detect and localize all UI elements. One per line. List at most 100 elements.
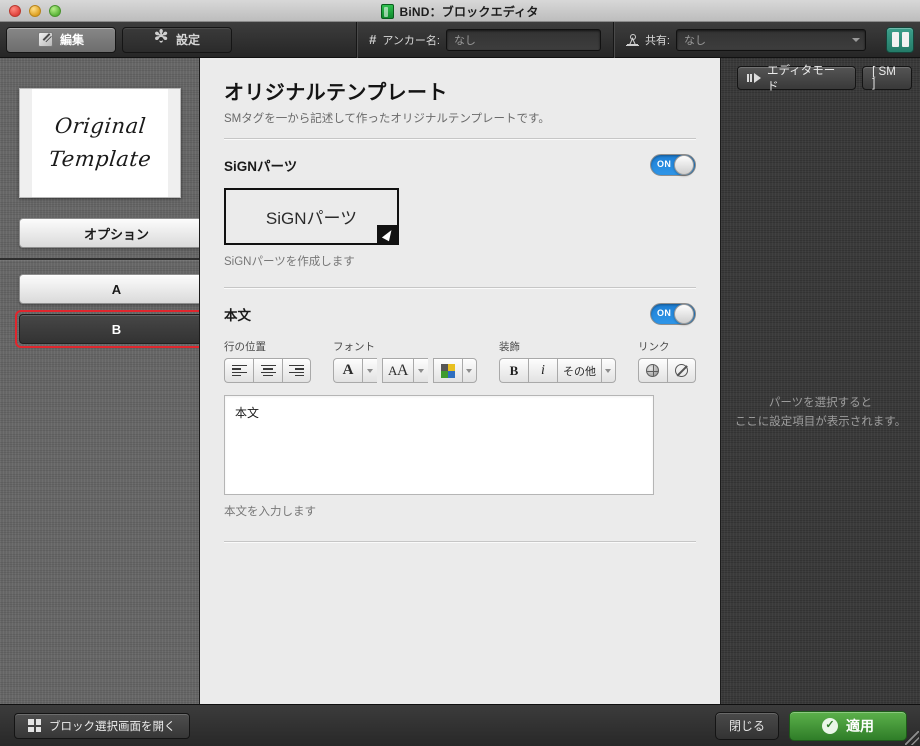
font-color-button[interactable] xyxy=(432,358,462,383)
right-panel-hint-line-2: ここに設定項目が表示されます。 xyxy=(734,415,907,428)
more-decoration-label: その他 xyxy=(562,365,596,378)
toolbar-group-link-label: リンク xyxy=(637,341,670,353)
section-body-text-head: 本文 ON xyxy=(224,303,696,325)
add-link-button[interactable] xyxy=(637,358,667,383)
body-text-toggle-label: ON xyxy=(657,308,672,318)
toolbar-group-align: 行の位置 xyxy=(224,339,311,383)
align-left-icon xyxy=(231,365,247,376)
section-divider-2 xyxy=(224,541,696,543)
pencil-icon xyxy=(37,32,53,47)
sign-parts-box-label: SiGNパーツ xyxy=(265,209,358,228)
body-text-toggle[interactable]: ON xyxy=(650,303,696,325)
right-panel-buttons: エディタモード [ SM ] xyxy=(721,58,920,93)
sidebar-item-a[interactable]: A xyxy=(19,274,199,304)
close-button[interactable]: 閉じる xyxy=(715,711,779,740)
anchor-field-group: # アンカー名: なし xyxy=(356,21,613,58)
resize-grip[interactable] xyxy=(905,731,919,745)
anchor-name-input[interactable]: なし xyxy=(445,28,601,51)
section-sign-parts-title: SiGNパーツ xyxy=(224,159,298,174)
section-body-text-title: 本文 xyxy=(224,308,251,323)
window-title-bar: BiND：ブロックエディタ xyxy=(0,0,920,22)
body-text-caption: 本文を入力します xyxy=(224,506,316,518)
check-circle-icon: ✓ xyxy=(822,717,838,734)
right-panel: エディタモード [ SM ] パーツを選択すると ここに設定項目が表示されます。 xyxy=(720,58,920,704)
globe-link-icon xyxy=(646,364,660,377)
arrow-right-icon xyxy=(747,73,761,83)
window-title-group: BiND：ブロックエディタ xyxy=(0,0,920,22)
chevron-down-icon xyxy=(852,37,860,42)
sm-button[interactable]: [ SM ] xyxy=(862,66,912,90)
tab-settings[interactable]: 設定 xyxy=(122,26,232,53)
share-icon xyxy=(625,33,639,46)
align-button-row xyxy=(224,358,311,383)
more-decoration-dropdown[interactable] xyxy=(600,358,616,383)
align-left-button[interactable] xyxy=(224,358,253,383)
more-decoration-button[interactable]: その他 xyxy=(556,358,601,383)
chevron-down-icon xyxy=(605,368,612,373)
thumbnail-line-1: Original xyxy=(53,114,147,139)
tab-settings-label: 設定 xyxy=(175,33,200,47)
apply-button-label: 適用 xyxy=(846,717,874,734)
top-toolbar: 編集 設定 # アンカー名: なし 共有: なし xyxy=(0,21,920,58)
font-size-dropdown[interactable] xyxy=(412,358,428,383)
chevron-down-icon xyxy=(417,368,424,373)
share-label: 共有: xyxy=(644,34,670,47)
anchor-label: アンカー名: xyxy=(382,34,440,47)
italic-button[interactable]: i xyxy=(527,358,557,383)
toolbar-group-decoration-label: 装飾 xyxy=(498,341,520,353)
align-center-button[interactable] xyxy=(253,358,282,383)
right-panel-hint-line-1: パーツを選択すると xyxy=(768,397,873,409)
font-family-dropdown[interactable] xyxy=(362,358,377,383)
sm-button-label: [ SM ] xyxy=(872,66,896,90)
rich-text-toolbar: 行の位置 フォント A AA 装飾 B i その他 リンク xyxy=(224,339,696,383)
window-title: BiND：ブロックエディタ xyxy=(399,4,539,19)
sign-parts-box[interactable]: SiGNパーツ xyxy=(224,188,399,245)
font-color-dropdown[interactable] xyxy=(461,358,477,383)
bold-button[interactable]: B xyxy=(498,358,528,383)
open-block-selector-button[interactable]: ブロック選択画面を開く xyxy=(14,712,190,739)
sidebar-divider xyxy=(0,258,199,260)
remove-link-button[interactable] xyxy=(666,358,696,383)
page-title: オリジナルテンプレート xyxy=(224,82,448,104)
font-family-button[interactable]: A xyxy=(333,358,362,383)
right-panel-hint: パーツを選択すると ここに設定項目が表示されます。 xyxy=(721,394,920,432)
chevron-down-icon xyxy=(466,368,473,373)
align-right-icon xyxy=(289,365,304,376)
editor-mode-button[interactable]: エディタモード xyxy=(737,65,857,93)
cursor-pointer-icon xyxy=(377,225,397,243)
settings-panel: オリジナルテンプレート SMタグを一から記述して作ったオリジナルテンプレートです… xyxy=(200,58,720,704)
template-thumbnail[interactable]: Original Template xyxy=(19,88,181,198)
book-icon xyxy=(891,32,909,47)
header-divider xyxy=(224,138,696,140)
section-divider-1 xyxy=(224,287,696,289)
toolbar-group-decoration: 装飾 B i その他 xyxy=(498,339,616,383)
align-right-button[interactable] xyxy=(282,358,311,383)
section-body-text: 本文 ON 行の位置 フォント A AA 装飾 B i その他 リンク 本文 本… xyxy=(200,303,720,519)
italic-icon: i xyxy=(541,362,545,378)
toggle-knob xyxy=(674,155,694,175)
panel-header: オリジナルテンプレート SMタグを一から記述して作ったオリジナルテンプレートです… xyxy=(200,58,720,126)
bind-book-icon xyxy=(381,3,395,19)
toolbar-group-link: リンク xyxy=(637,339,696,383)
open-block-selector-label: ブロック選択画面を開く xyxy=(49,720,176,733)
thumbnail-line-2: Template xyxy=(47,147,153,171)
left-sidebar: Original Template オプション A B xyxy=(0,58,200,704)
share-select-value: なし xyxy=(684,34,706,47)
option-button[interactable]: オプション xyxy=(19,218,199,248)
grid-icon xyxy=(28,719,41,732)
book-button[interactable] xyxy=(886,26,914,53)
sidebar-item-b[interactable]: B xyxy=(19,314,199,344)
bottom-bar: ブロック選択画面を開く 閉じる ✓ 適用 xyxy=(0,704,920,746)
font-size-icon: AA xyxy=(388,361,408,379)
body-text-input[interactable]: 本文 xyxy=(224,395,654,495)
tab-edit[interactable]: 編集 xyxy=(6,26,116,53)
font-size-button[interactable]: AA xyxy=(382,358,413,383)
align-center-icon xyxy=(260,365,276,376)
tab-edit-label: 編集 xyxy=(59,33,84,47)
share-select[interactable]: なし xyxy=(676,28,866,51)
apply-button[interactable]: ✓ 適用 xyxy=(789,710,907,741)
no-link-icon xyxy=(674,364,688,377)
decoration-button-row: B i その他 xyxy=(498,358,616,383)
sign-parts-toggle[interactable]: ON xyxy=(650,154,696,176)
toggle-knob xyxy=(674,304,694,324)
